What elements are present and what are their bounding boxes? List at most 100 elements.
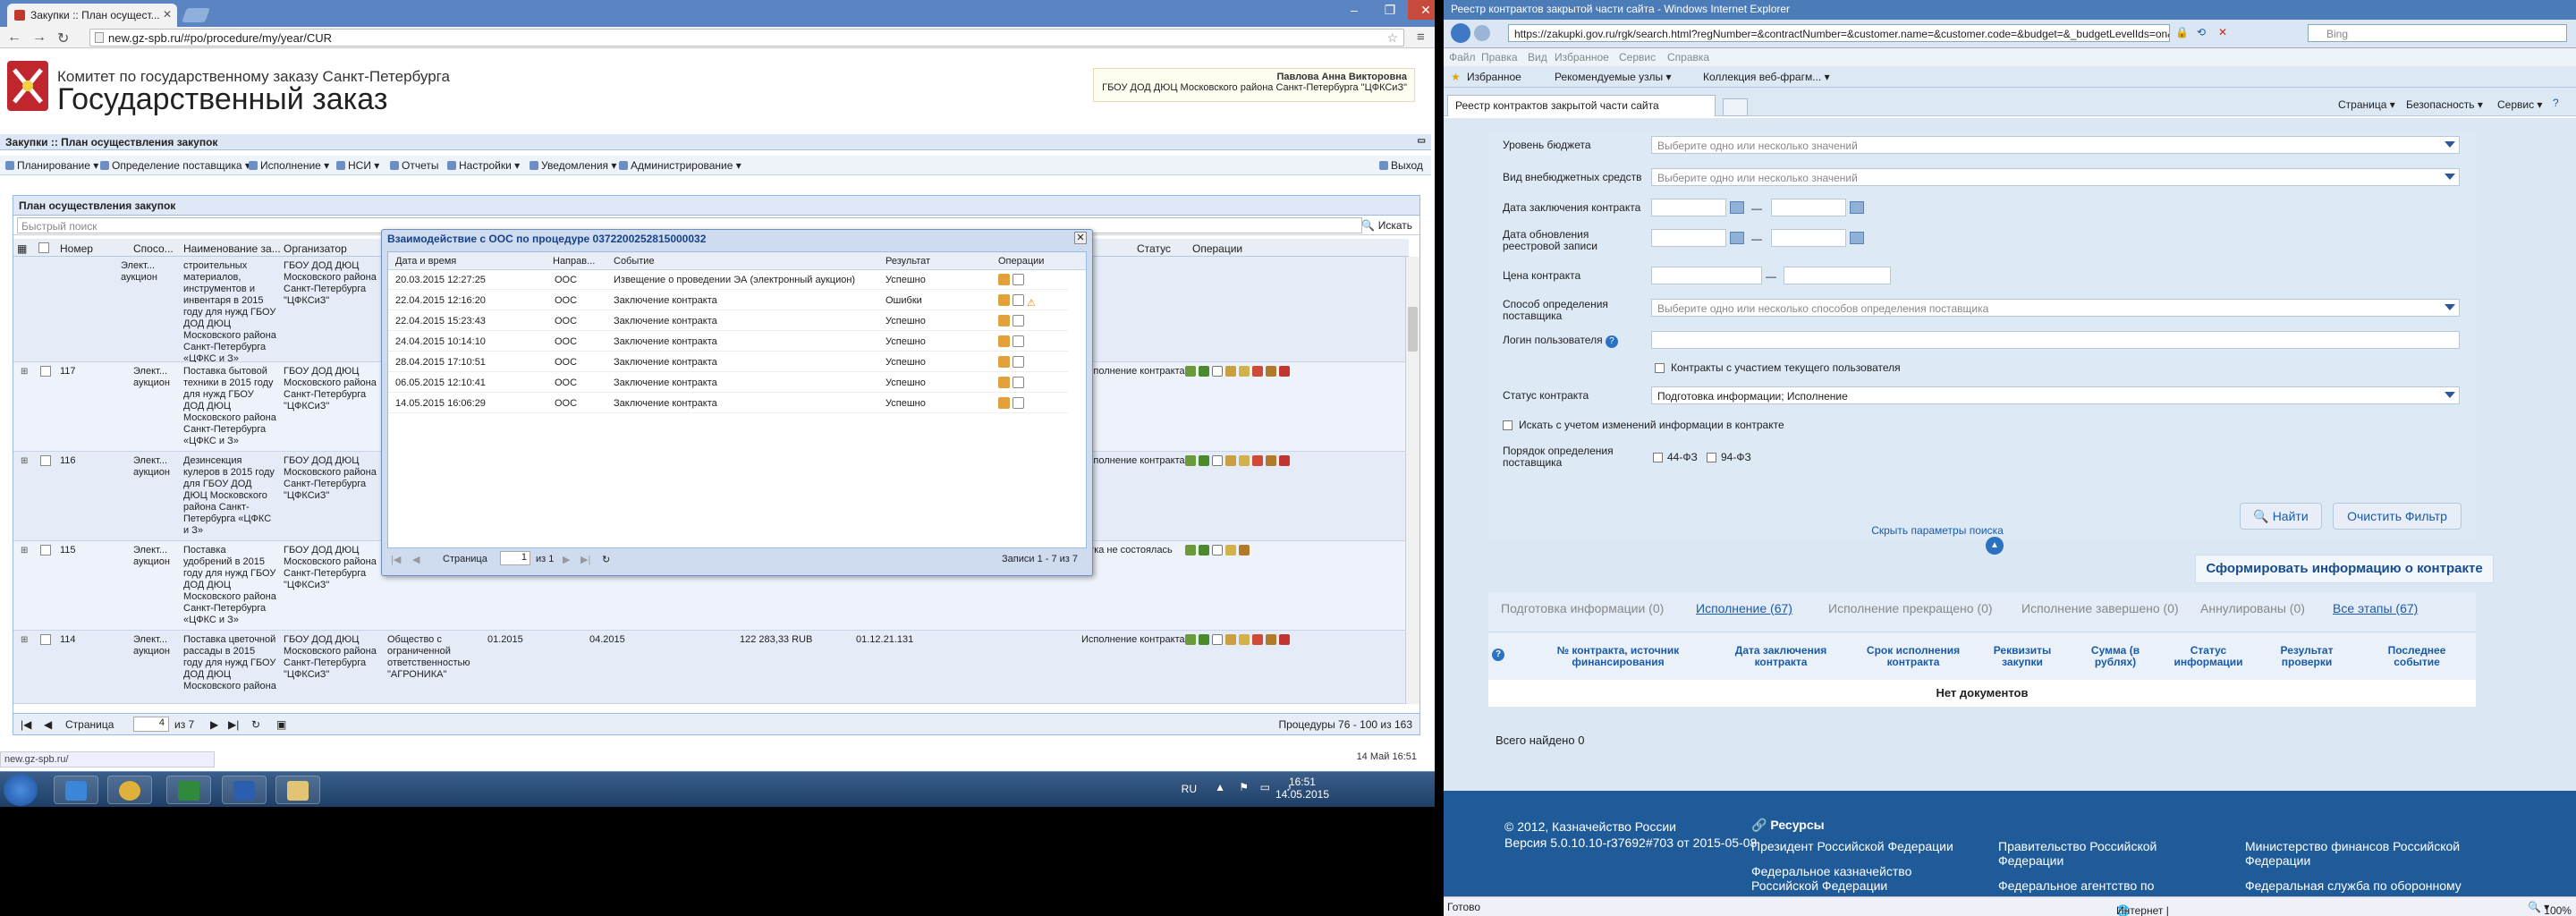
print-icon[interactable] bbox=[1225, 455, 1236, 466]
tab-terminated[interactable]: Исполнение прекращено (0) bbox=[1828, 601, 1993, 615]
row-checkbox[interactable] bbox=[40, 455, 51, 466]
menu-help[interactable]: Справка bbox=[1667, 51, 1709, 64]
doc-icon[interactable] bbox=[1212, 634, 1223, 645]
dialog-close-icon[interactable]: ✕ bbox=[1074, 232, 1087, 244]
taskbar-explorer[interactable] bbox=[275, 776, 320, 804]
tab-completed[interactable]: Исполнение завершено (0) bbox=[2021, 601, 2179, 615]
doc-icon[interactable] bbox=[1013, 274, 1024, 285]
col-operations[interactable]: Операции bbox=[998, 256, 1044, 267]
footer-link-president[interactable]: Президент Российской Федерации bbox=[1751, 839, 1953, 853]
refresh-icon[interactable] bbox=[1199, 545, 1209, 556]
col-event[interactable]: Событие bbox=[614, 256, 655, 267]
tab-preparation[interactable]: Подготовка информации (0) bbox=[1501, 601, 1664, 615]
send-icon[interactable] bbox=[998, 377, 1010, 388]
print-icon[interactable] bbox=[1225, 634, 1236, 645]
menu-supplier[interactable]: Определение поставщика ▾ bbox=[100, 159, 250, 172]
login-input[interactable] bbox=[1651, 331, 2460, 349]
status-zoom[interactable]: 🔍 100% ▾ bbox=[2528, 901, 2572, 916]
menu-nsi[interactable]: НСИ ▾ bbox=[336, 159, 379, 172]
fav-link-recommended[interactable]: Рекомендуемые узлы ▾ bbox=[1555, 71, 1672, 83]
cmd-security[interactable]: Безопасность ▾ bbox=[2406, 98, 2483, 111]
info-icon[interactable]: ? bbox=[1492, 649, 1504, 661]
send-icon[interactable] bbox=[998, 315, 1010, 327]
last-page-icon[interactable]: ▶| bbox=[580, 554, 590, 565]
update-date-from[interactable] bbox=[1651, 229, 1726, 247]
print-icon[interactable] bbox=[1225, 366, 1236, 377]
taskbar-ie[interactable] bbox=[54, 776, 98, 804]
last-page-icon[interactable]: ▶| bbox=[228, 718, 239, 731]
col-info-status[interactable]: Статус информации bbox=[2168, 645, 2249, 668]
method-select[interactable]: Выберите одно или несколько способов опр… bbox=[1651, 299, 2460, 317]
dialog-row[interactable]: 22.04.2015 12:16:20 ООС Заключение контрак… bbox=[388, 291, 1068, 310]
report-icon[interactable] bbox=[1185, 634, 1196, 645]
minimize-button[interactable]: – bbox=[1336, 0, 1372, 20]
coins-icon[interactable] bbox=[1239, 455, 1250, 466]
archive-icon[interactable] bbox=[1266, 634, 1276, 645]
address-bar[interactable]: new.gz-spb.ru/#po/procedure/my/year/CUR … bbox=[89, 29, 1404, 47]
ie-tab[interactable]: Реестр контрактов закрытой части сайта bbox=[1447, 95, 1716, 116]
page-input[interactable]: 4 bbox=[133, 717, 169, 732]
prev-page-icon[interactable]: ◀ bbox=[412, 554, 419, 565]
favorites-star-icon[interactable]: ★ bbox=[1451, 71, 1461, 83]
col-sum[interactable]: Сумма (в рублях) bbox=[2075, 645, 2156, 668]
tray-clock[interactable]: 16:51 14.05.2015 bbox=[1275, 776, 1329, 801]
archive-icon[interactable] bbox=[1266, 366, 1276, 377]
col-status[interactable]: Статус bbox=[1137, 242, 1171, 255]
star-icon[interactable]: ☆ bbox=[1386, 30, 1398, 46]
menu-reports[interactable]: Отчеты bbox=[390, 159, 438, 172]
calendar-icon[interactable] bbox=[1730, 201, 1744, 214]
send-icon[interactable] bbox=[998, 397, 1010, 409]
menu-file[interactable]: Файл bbox=[1449, 51, 1476, 64]
menu-view[interactable]: Вид bbox=[1528, 51, 1547, 64]
users-icon[interactable] bbox=[1279, 366, 1290, 377]
doc-icon[interactable] bbox=[1212, 455, 1223, 466]
info-icon[interactable]: ? bbox=[1605, 335, 1618, 348]
form-contract-info-button[interactable]: Сформировать информацию о контракте bbox=[2195, 555, 2494, 583]
calendar-icon[interactable] bbox=[1850, 201, 1864, 214]
page-input[interactable]: 1 bbox=[500, 551, 530, 565]
col-contract-number[interactable]: № контракта, источник финансирования bbox=[1542, 645, 1694, 668]
price-to[interactable] bbox=[1784, 267, 1891, 284]
doc-icon[interactable] bbox=[1013, 294, 1024, 306]
collapse-up-icon[interactable]: ▲ bbox=[1986, 537, 2004, 555]
menu-tools[interactable]: Сервис bbox=[1619, 51, 1656, 64]
col-result[interactable]: Результат bbox=[886, 256, 930, 267]
back-icon[interactable]: ← bbox=[7, 30, 21, 46]
footer-link-treasury[interactable]: Федеральное казначейство Российской Феде… bbox=[1751, 864, 1948, 893]
refresh-icon[interactable]: ↻ bbox=[602, 554, 610, 565]
calendar-icon[interactable] bbox=[1730, 232, 1744, 244]
first-page-icon[interactable]: |◀ bbox=[391, 554, 401, 565]
exit-button[interactable]: Выход bbox=[1379, 159, 1423, 172]
footer-link-agency[interactable]: Федеральное агентство по bbox=[1998, 878, 2154, 893]
save-icon[interactable]: ▣ bbox=[276, 718, 286, 731]
refresh-icon[interactable]: ↻ bbox=[251, 718, 260, 731]
users-icon[interactable] bbox=[1279, 455, 1290, 466]
warning-icon[interactable]: ⚠ bbox=[1027, 298, 1036, 309]
refresh-icon[interactable] bbox=[1199, 366, 1209, 377]
sign-date-to[interactable] bbox=[1771, 199, 1846, 216]
changes-checkbox[interactable] bbox=[1503, 420, 1513, 430]
flag-icon[interactable]: ⚑ bbox=[1239, 781, 1249, 793]
doc-icon[interactable] bbox=[1013, 335, 1024, 347]
select-all-checkbox[interactable] bbox=[38, 242, 49, 253]
menu-settings[interactable]: Настройки ▾ bbox=[447, 159, 520, 172]
send-icon[interactable] bbox=[998, 335, 1010, 347]
report-icon[interactable] bbox=[1185, 545, 1196, 556]
menu-execution[interactable]: Исполнение ▾ bbox=[249, 159, 329, 172]
tray-arrow-icon[interactable]: ▲ bbox=[1215, 781, 1225, 793]
tab-cancelled[interactable]: Аннулированы (0) bbox=[2200, 601, 2305, 615]
doc-icon[interactable] bbox=[1013, 377, 1024, 388]
browser-tab[interactable]: Закупки :: План осущест... ✕ bbox=[7, 4, 177, 27]
delete-icon[interactable] bbox=[1252, 366, 1263, 377]
ie-address-bar[interactable]: https://zakupki.gov.ru/rgk/search.html?r… bbox=[1508, 24, 2170, 42]
forward-icon[interactable]: → bbox=[32, 30, 47, 46]
grid-settings-icon[interactable]: ▦ bbox=[17, 242, 27, 255]
update-date-to[interactable] bbox=[1771, 229, 1846, 247]
status-select[interactable]: Подготовка информации; Исполнение bbox=[1651, 386, 2460, 404]
doc-icon[interactable] bbox=[1013, 397, 1024, 409]
prev-page-icon[interactable]: ◀ bbox=[44, 718, 52, 731]
new-tab-button[interactable] bbox=[182, 8, 210, 22]
delete-icon[interactable] bbox=[1252, 634, 1263, 645]
coins-icon[interactable] bbox=[1239, 366, 1250, 377]
dialog-row[interactable]: 14.05.2015 16:06:29 ООС Заключение контрак… bbox=[388, 394, 1068, 413]
